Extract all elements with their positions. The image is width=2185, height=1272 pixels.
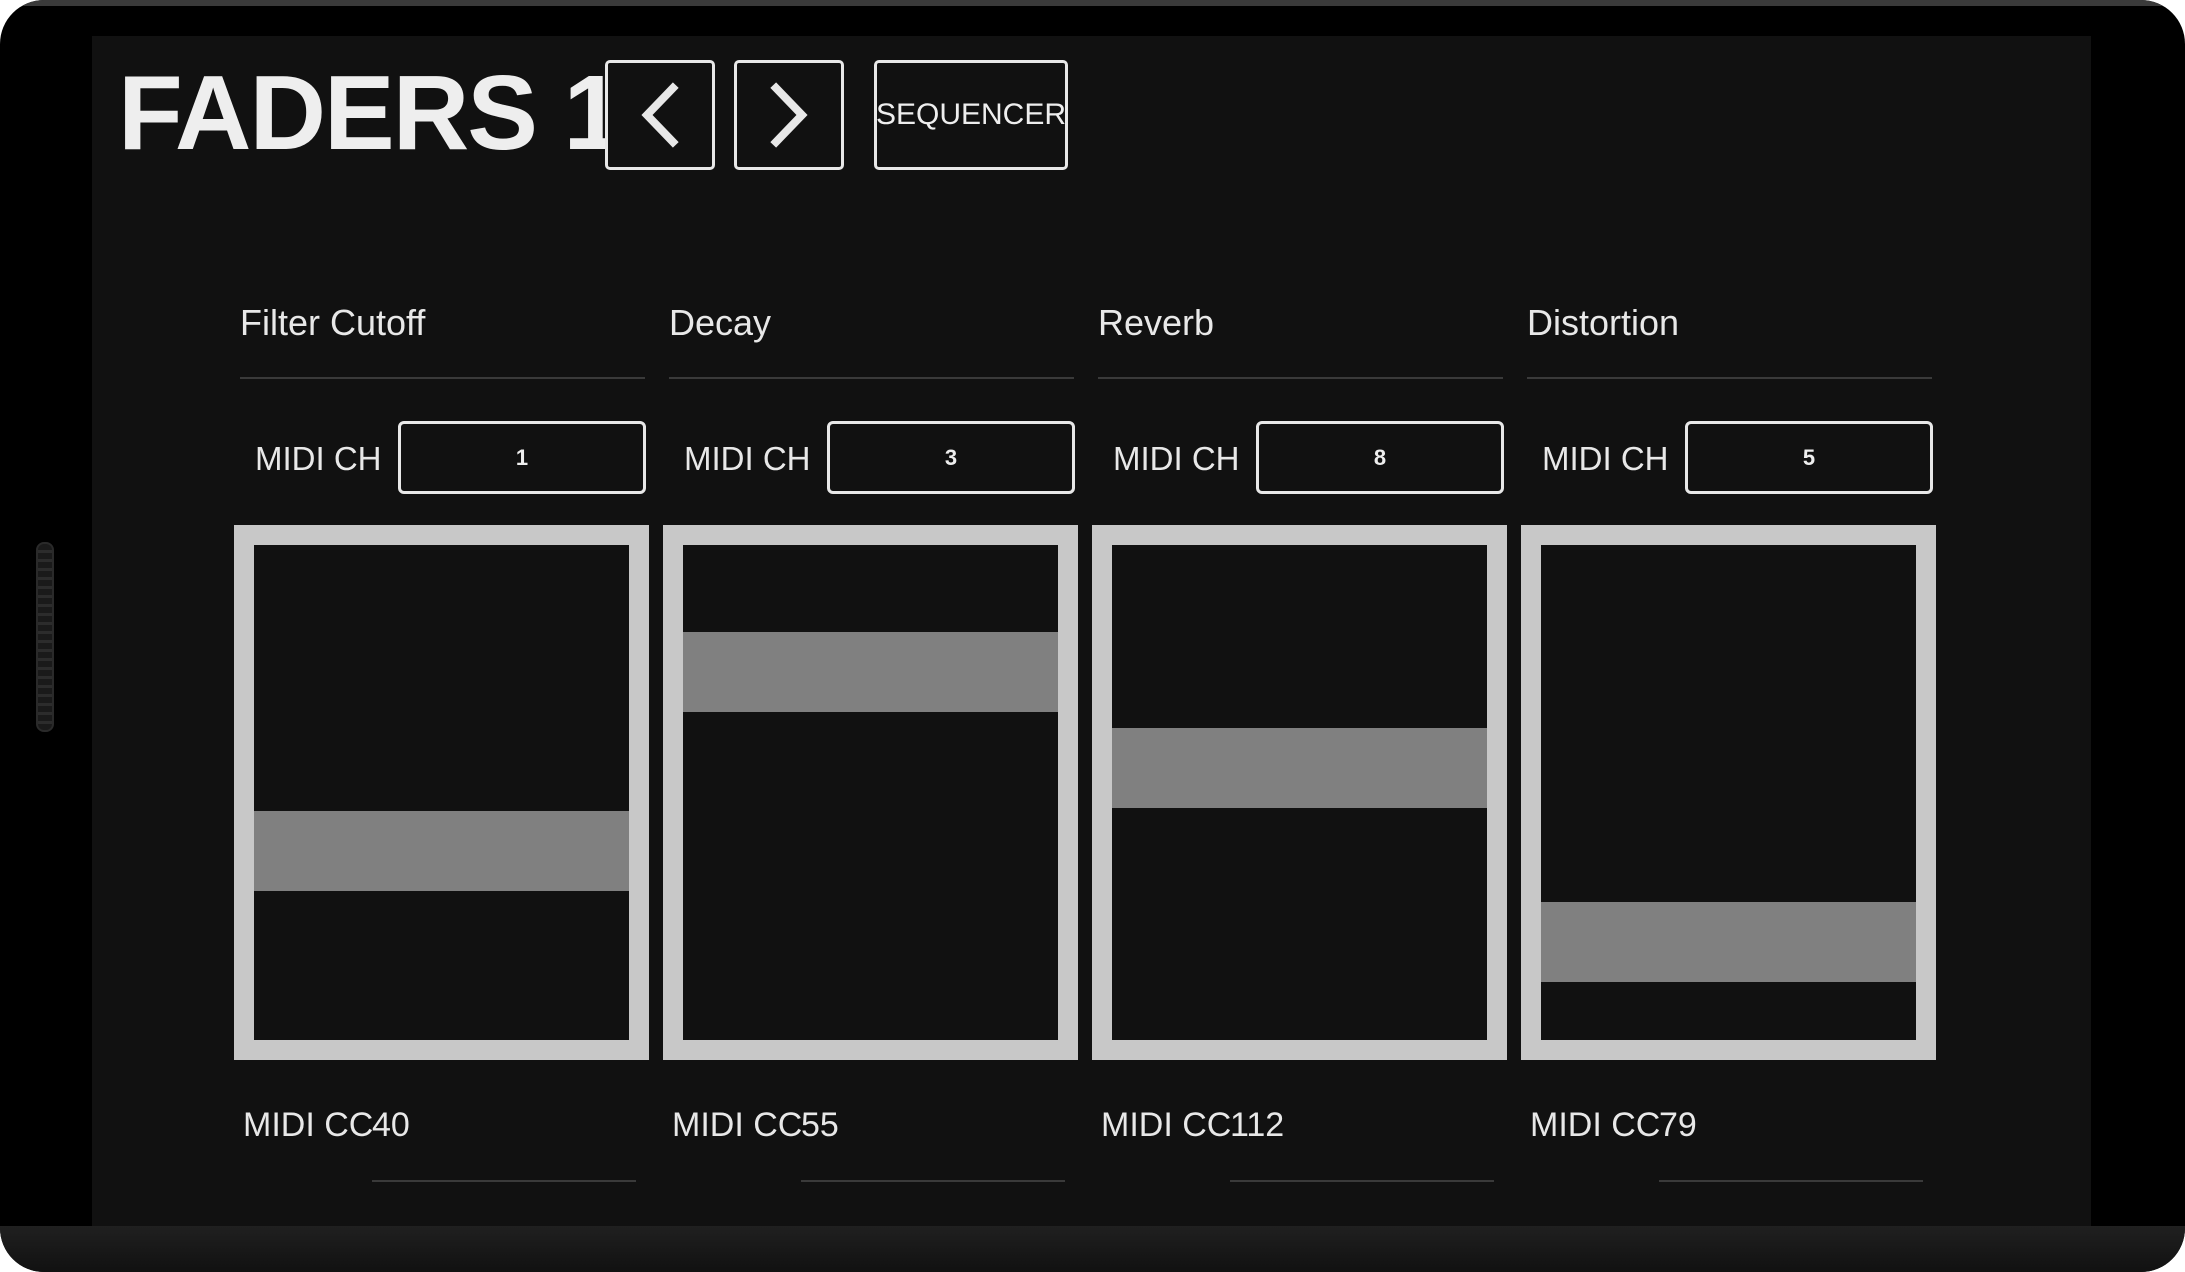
midi-channel-label: MIDI CH (1542, 440, 1669, 477)
device-bezel-top (20, 0, 2165, 6)
midi-cc-field[interactable]: 40 (372, 1106, 410, 1145)
device-side-button (36, 542, 54, 732)
midi-cc-label: MIDI CC (672, 1106, 803, 1144)
fader-name-label: Reverb (1098, 302, 1215, 343)
fader-slider[interactable] (1092, 525, 1507, 1060)
fader-name-underline (669, 377, 1074, 379)
fader-handle[interactable] (254, 811, 629, 891)
midi-cc-underline (1659, 1180, 1923, 1182)
midi-cc-underline (1230, 1180, 1494, 1182)
midi-channel-field[interactable]: 5 (1685, 421, 1933, 494)
midi-cc-field[interactable]: 55 (801, 1106, 839, 1145)
midi-cc-underline (372, 1180, 636, 1182)
tablet-device: FADERS 1 SEQUENCER Filter Cutoff Decay R… (0, 0, 2185, 1272)
midi-channel-label: MIDI CH (1113, 440, 1240, 477)
app-screen: FADERS 1 SEQUENCER Filter Cutoff Decay R… (92, 36, 2091, 1226)
midi-channel-label: MIDI CH (255, 440, 382, 477)
midi-cc-underline (801, 1180, 1065, 1182)
fader-slider[interactable] (234, 525, 649, 1060)
fader-name-underline (240, 377, 645, 379)
midi-cc-label: MIDI CC (1101, 1106, 1232, 1144)
fader-name-label: Decay (669, 302, 772, 343)
midi-channel-field[interactable]: 8 (1256, 421, 1504, 494)
fader-handle[interactable] (683, 632, 1058, 712)
fader-handle[interactable] (1112, 728, 1487, 808)
device-bezel-bottom (0, 1226, 2185, 1272)
midi-cc-field[interactable]: 112 (1230, 1106, 1284, 1145)
midi-cc-label: MIDI CC (243, 1106, 374, 1144)
midi-cc-label: MIDI CC (1530, 1106, 1661, 1144)
fader-slider[interactable] (663, 525, 1078, 1060)
midi-cc-field[interactable]: 79 (1659, 1106, 1697, 1145)
midi-channel-field[interactable]: 3 (827, 421, 1075, 494)
midi-channel-field[interactable]: 1 (398, 421, 646, 494)
fader-name-label: Filter Cutoff (240, 302, 426, 343)
fader-name-label: Distortion (1527, 302, 1680, 343)
fader-slider[interactable] (1521, 525, 1936, 1060)
fader-handle[interactable] (1541, 902, 1916, 982)
fader-name-underline (1098, 377, 1503, 379)
midi-channel-label: MIDI CH (684, 440, 811, 477)
fader-name-underline (1527, 377, 1932, 379)
